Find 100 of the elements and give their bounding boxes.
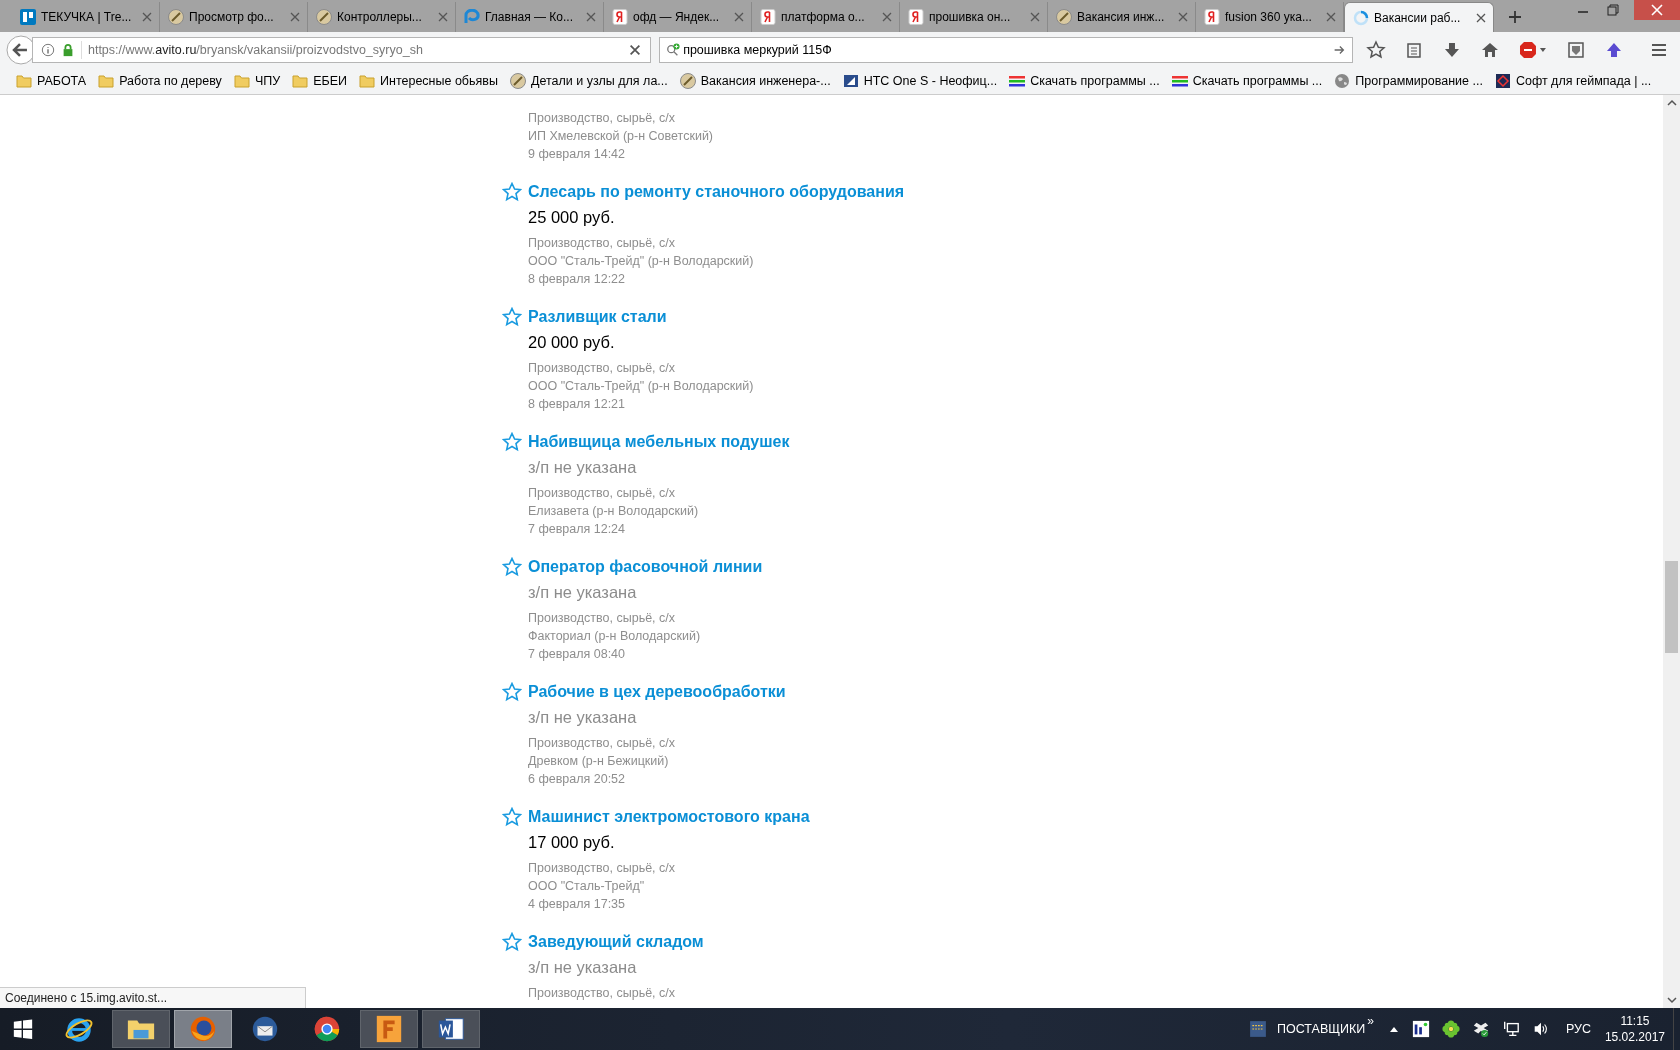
listing-salary: 20 000 руб. [528,332,616,353]
search-field[interactable]: прошивка меркурий 115Ф [659,37,1354,63]
ya-icon [908,9,924,25]
listing-salary: з/п не указана [528,957,638,978]
listing-detail: Производство, сырьё, с/х [528,735,676,752]
bookmark-item[interactable]: HTC One S - Неофиц... [842,73,998,89]
scroll-thumb[interactable] [1665,561,1678,653]
board-icon [20,9,36,25]
f-logo-icon [374,1014,404,1044]
listing-detail: ООО "Сталь-Трейд" (р-н Володарский) [528,378,755,395]
close-icon[interactable] [1326,12,1336,22]
listing-detail: Производство, сырьё, с/х [528,110,676,127]
info-icon [40,43,55,57]
clear-icon[interactable] [628,43,643,57]
firefox-icon [188,1014,218,1044]
listing-detail: Производство, сырьё, с/х [528,610,676,627]
taskbar-app-button[interactable] [422,1010,480,1048]
close-icon[interactable] [1178,12,1188,22]
listing-title-link[interactable]: Заведующий складом [528,933,704,951]
listing-detail: 7 февраля 12:24 [528,521,627,538]
listing-title-link[interactable]: Машинист электромостового крана [528,808,810,826]
listing-title-link[interactable]: Оператор фасовочной линии [528,558,763,576]
adblock-icon[interactable] [1518,40,1549,60]
close-icon[interactable] [586,12,596,22]
bookmark-item[interactable]: РАБОТА [16,73,87,89]
shield-icon[interactable] [1566,40,1586,60]
listing-detail: ООО "Сталь-Трейд" (р-н Володарский) [528,253,755,270]
bookmark-item[interactable]: Скачать программы ... [1171,73,1323,89]
close-icon[interactable] [438,12,448,22]
bookmark-item[interactable]: Скачать программы ... [1009,73,1160,89]
listing-detail: Производство, сырьё, с/х [528,485,676,502]
windows-start-icon[interactable] [12,1018,34,1040]
language-indicator[interactable]: РУС [1565,1022,1591,1036]
close-icon[interactable] [290,12,300,22]
close-icon[interactable] [1476,12,1486,23]
listing-salary: з/п не указана [528,582,638,603]
chrome-icon [312,1014,342,1044]
bookmark-item[interactable]: Программирование ... [1334,73,1483,89]
close-icon[interactable] [734,12,744,22]
toolbar-label[interactable]: ПОСТАВЩИКИ [1277,1022,1366,1036]
folder-icon [359,73,375,89]
folder-icon [292,73,309,89]
listing-detail: Производство, сырьё, с/х [528,235,676,252]
bookmark-star-icon[interactable] [1366,40,1387,60]
favorite-star-icon[interactable] [502,932,522,952]
p-logo-icon [464,9,480,25]
listing-detail: ООО "Сталь-Трейд" [528,878,646,895]
favorite-star-icon[interactable] [502,307,522,327]
listing-title-link[interactable]: Разливщик стали [528,308,667,326]
listing-detail: 4 февраля 17:35 [528,896,627,913]
ya-icon [1204,9,1220,25]
go-arrow-icon[interactable] [1332,43,1347,57]
listing-detail: Факториал (р-н Володарский) [528,628,702,645]
bookmark-item[interactable]: Софт для геймпада | ... [1494,73,1652,89]
listing-detail: Елизавета (р-н Володарский) [528,503,700,520]
favorite-star-icon[interactable] [502,807,522,827]
bookmark-item[interactable]: Интересные обьявы [359,73,498,89]
flower-icon[interactable] [1441,1020,1460,1038]
bookmark-item[interactable]: ЕБЕИ [292,73,347,89]
clock[interactable]: 11:15 15.02.2017 [1604,1013,1665,1045]
new-tab-icon[interactable] [1508,10,1522,24]
scrollbar[interactable] [1663,95,1680,1008]
favorite-star-icon[interactable] [502,682,522,702]
close-icon[interactable] [882,12,892,22]
listing-detail: 8 февраля 12:21 [528,396,627,413]
close-icon[interactable] [142,12,152,22]
listing-salary: з/п не указана [528,707,638,728]
bookmark-item[interactable]: Детали и узлы для ла... [509,73,668,89]
bookmark-item[interactable]: ЧПУ [233,73,281,89]
folder-icon [98,73,115,89]
globe-icon [1334,73,1351,89]
color-bars-icon [1009,73,1026,89]
listing-detail: 7 февраля 08:40 [528,646,627,663]
mail-bird-icon [250,1014,280,1044]
favorite-star-icon[interactable] [502,432,522,452]
listing-detail: Производство, сырьё, с/х [528,985,676,1002]
close-icon[interactable] [1030,12,1040,22]
listing-title-link[interactable]: Слесарь по ремонту станочного оборудования [528,183,905,201]
address-field[interactable]: https://www.avito.ru/bryansk/vakansii/proizvodstvo_syryo_sh [31,37,652,63]
listing-detail: 8 февраля 12:22 [528,271,627,288]
network-icon[interactable] [1501,1020,1520,1038]
browser-tab[interactable]: Вакансии раб... [1344,2,1494,32]
listing-title-link[interactable]: Набивщица мебельных подушек [528,433,790,451]
listing-detail: 6 февраля 20:52 [528,771,627,788]
listing-detail: Производство, сырьё, с/х [528,860,676,877]
favorite-star-icon[interactable] [502,182,522,202]
listing-salary: 17 000 руб. [528,832,616,853]
scroll-down-icon[interactable] [1665,994,1678,1006]
bookmark-item[interactable]: Вакансия инженера-... [679,73,831,89]
bookmark-item[interactable]: Работа по дереву [98,73,222,89]
favorite-star-icon[interactable] [502,557,522,577]
diamond-logo-icon [1494,73,1511,89]
folder-icon [233,73,250,89]
listing-title-link[interactable]: Рабочие в цех деревообработки [528,683,786,701]
loading-icon [1353,9,1369,26]
toolbar-more[interactable]: » [1367,1014,1374,1028]
listing-detail: Производство, сырьё, с/х [528,360,676,377]
listing-detail: Древком (р-н Бежицкий) [528,753,670,770]
folder-icon [16,73,32,89]
close-window-icon[interactable] [1634,0,1680,20]
